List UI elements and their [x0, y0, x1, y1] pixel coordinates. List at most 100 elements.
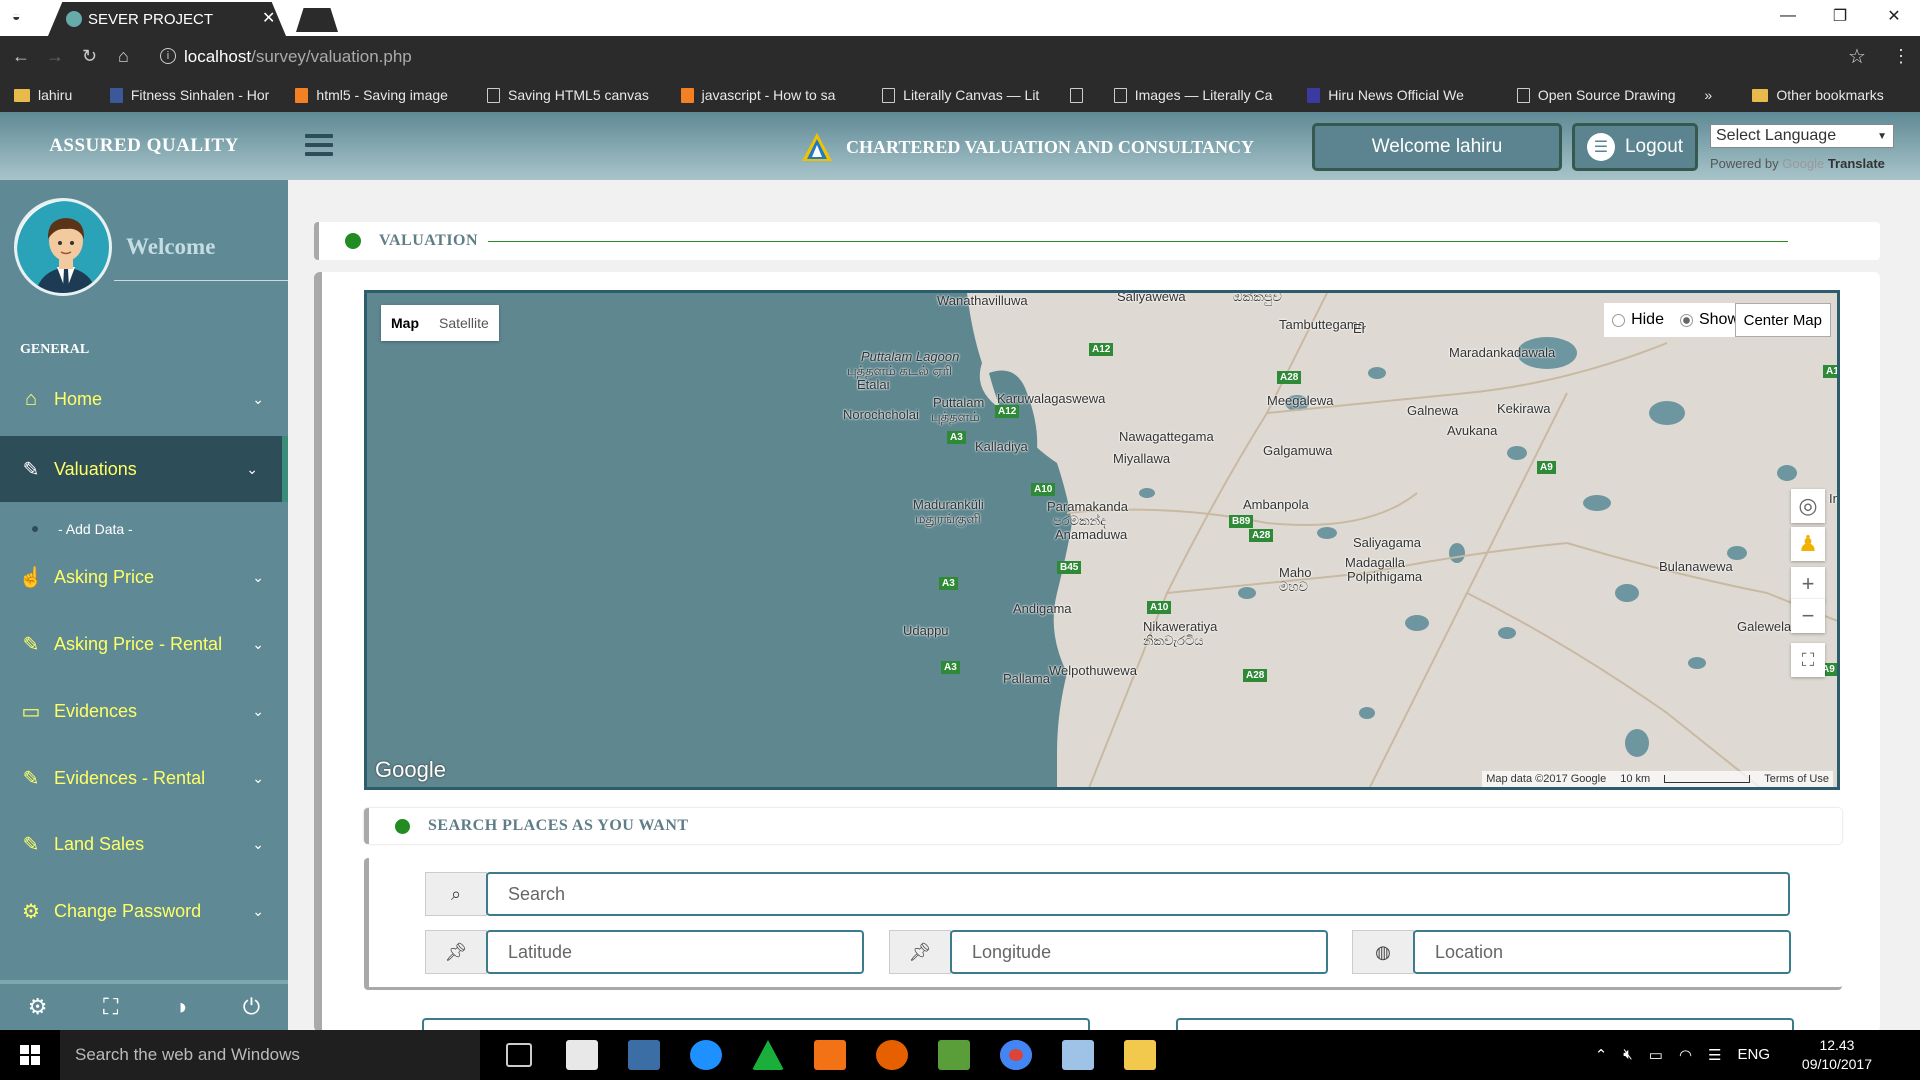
map-type-map-button[interactable]: Map: [381, 305, 429, 341]
zoom-out-icon[interactable]: −: [1791, 599, 1825, 633]
language-select[interactable]: Select Language ▼: [1710, 124, 1894, 148]
latitude-input[interactable]: [486, 930, 864, 974]
close-window-icon[interactable]: ✕: [1866, 0, 1920, 32]
sidebar-item-home[interactable]: ⌂ Home ⌄: [0, 366, 288, 432]
chevron-up-icon[interactable]: ⌃: [1595, 1046, 1608, 1064]
store-icon[interactable]: [566, 1040, 598, 1070]
restore-icon[interactable]: ❐: [1812, 0, 1868, 32]
firefox-icon[interactable]: [876, 1040, 908, 1070]
info-icon[interactable]: i: [160, 48, 176, 64]
new-tab-button[interactable]: [296, 8, 338, 32]
volume-muted-icon[interactable]: 🔇︎: [1623, 1046, 1632, 1064]
map-place-label: Avukana: [1447, 423, 1498, 438]
taskbar-search[interactable]: Search the web and Windows: [60, 1030, 480, 1080]
bookmark-item[interactable]: Literally Canvas — Lit: [882, 78, 1052, 112]
bookmark-item[interactable]: Hiru News Official We: [1307, 78, 1499, 112]
bookmark-item[interactable]: lahiru: [14, 78, 92, 112]
task-view-icon[interactable]: [506, 1043, 532, 1067]
battery-icon[interactable]: ▭: [1649, 1046, 1663, 1064]
sidebar-item-asking-price[interactable]: ☝ Asking Price ⌄: [0, 544, 288, 610]
road-badge: A10: [1147, 601, 1172, 614]
terms-link[interactable]: Terms of Use: [1764, 773, 1829, 785]
browser-tab[interactable]: SEVER PROJECT: [48, 2, 286, 36]
road-badge: A28: [1243, 669, 1268, 682]
center-map-button[interactable]: Center Map: [1734, 303, 1831, 337]
wifi-icon[interactable]: ◠: [1679, 1046, 1692, 1064]
url-bar[interactable]: i localhost/survey/valuation.php: [152, 42, 1882, 72]
folder-icon: [14, 88, 30, 102]
google-map[interactable]: Wanathavilluwa Saliyawewa ඔක්කපුව Tambut…: [364, 290, 1840, 790]
chevron-down-icon: ⌄: [252, 902, 264, 919]
other-bookmarks[interactable]: Other bookmarks: [1752, 78, 1902, 112]
fullscreen-icon[interactable]: ⛶: [103, 994, 118, 1020]
map-place-label: Udappu: [903, 623, 949, 638]
stackoverflow-icon: [680, 87, 694, 103]
map-type-satellite-button[interactable]: Satellite: [429, 305, 499, 341]
notification-icon[interactable]: ☰: [1708, 1046, 1721, 1064]
taskbar-clock[interactable]: 12.43 09/10/2017: [1802, 1036, 1872, 1074]
logout-button[interactable]: ☰ Logout: [1572, 123, 1698, 171]
bookmark-item[interactable]: Images — Literally Ca: [1113, 78, 1290, 112]
forward-icon[interactable]: →: [46, 46, 64, 67]
back-icon[interactable]: ←: [12, 46, 30, 67]
sidebar-welcome: Welcome: [126, 234, 216, 259]
sidebar-footer: ⚙ ⛶ ◑ ⏻: [0, 980, 288, 1030]
chevron-down-icon: ⌄: [252, 769, 264, 786]
power-icon[interactable]: ⏻: [243, 994, 260, 1020]
reload-icon[interactable]: ↻: [82, 46, 97, 67]
road-badge: A1: [1823, 365, 1837, 378]
bookmark-item[interactable]: Fitness Sinhalen - Hor: [109, 78, 278, 112]
hamburger-menu-icon[interactable]: [305, 134, 333, 156]
bookmark-item[interactable]: Open Source Drawing: [1516, 78, 1687, 112]
show-radio[interactable]: [1679, 313, 1693, 327]
hide-eye-icon[interactable]: ◑: [174, 994, 187, 1020]
longitude-input[interactable]: [950, 930, 1328, 974]
mysql-workbench-icon[interactable]: [628, 1040, 660, 1070]
tab-close-icon[interactable]: ✕: [262, 8, 275, 28]
chevron-down-icon: ⌄: [252, 835, 264, 852]
page-icon: [487, 87, 501, 103]
user-avatar-icon: [17, 201, 109, 293]
sidebar-item-valuations[interactable]: ✎ Valuations ⌄: [0, 436, 288, 502]
street-view-pegman-icon[interactable]: ♟: [1791, 527, 1825, 561]
sidebar-item-evidences-rental[interactable]: ✎ Evidences - Rental ⌄: [0, 745, 288, 811]
location-input[interactable]: [1413, 930, 1791, 974]
bookmark-star-icon[interactable]: ☆: [1848, 44, 1866, 69]
welcome-user-button[interactable]: Welcome lahiru: [1312, 123, 1562, 171]
windows-start-icon[interactable]: [20, 1045, 40, 1065]
map-place-label: In: [1829, 491, 1840, 506]
language-indicator[interactable]: ENG: [1737, 1046, 1770, 1064]
bookmark-item[interactable]: [1069, 78, 1096, 112]
search-input[interactable]: [486, 872, 1790, 916]
map-place-label: Madagalla: [1345, 555, 1405, 570]
home-icon[interactable]: ⌂: [118, 46, 129, 67]
facebook-icon: [109, 87, 123, 103]
notepad-plus-icon[interactable]: [938, 1040, 970, 1070]
hide-radio[interactable]: [1612, 313, 1626, 327]
xampp-icon[interactable]: [814, 1040, 846, 1070]
bookmark-item[interactable]: Saving HTML5 canvas: [487, 78, 663, 112]
zoom-in-icon[interactable]: +: [1791, 567, 1825, 601]
virtualbox-icon[interactable]: [1062, 1040, 1094, 1070]
sidebar-item-asking-price-rental[interactable]: ✎ Asking Price - Rental ⌄: [0, 611, 288, 677]
settings-icon[interactable]: ⚙: [28, 994, 48, 1020]
minimize-icon[interactable]: —: [1760, 0, 1816, 32]
sidebar-item-land-sales[interactable]: ✎ Land Sales ⌄: [0, 811, 288, 877]
stackoverflow-icon: [295, 87, 309, 103]
fullscreen-icon[interactable]: ⛶: [1791, 643, 1825, 677]
menu-dots-icon[interactable]: ⋮: [1892, 46, 1910, 67]
chrome-icon[interactable]: [1000, 1040, 1032, 1070]
bookmark-item[interactable]: javascript - How to sa: [680, 78, 865, 112]
my-location-icon[interactable]: ◎: [1791, 489, 1825, 523]
map-place-label: Nawagattegama: [1119, 429, 1214, 444]
edit-icon: ✎: [22, 633, 40, 656]
more-bookmarks-button[interactable]: »: [1704, 78, 1734, 112]
map-place-label: ඔක්කපුව: [1233, 290, 1282, 304]
bookmark-item[interactable]: html5 - Saving image: [295, 78, 469, 112]
edge-icon[interactable]: [690, 1040, 722, 1070]
page-icon: [1069, 87, 1083, 103]
app-green-icon[interactable]: [752, 1040, 784, 1070]
file-explorer-icon[interactable]: [1124, 1040, 1156, 1070]
sidebar-item-change-password[interactable]: ⚙ Change Password ⌄: [0, 878, 288, 944]
sidebar-item-evidences[interactable]: ▭ Evidences ⌄: [0, 678, 288, 744]
